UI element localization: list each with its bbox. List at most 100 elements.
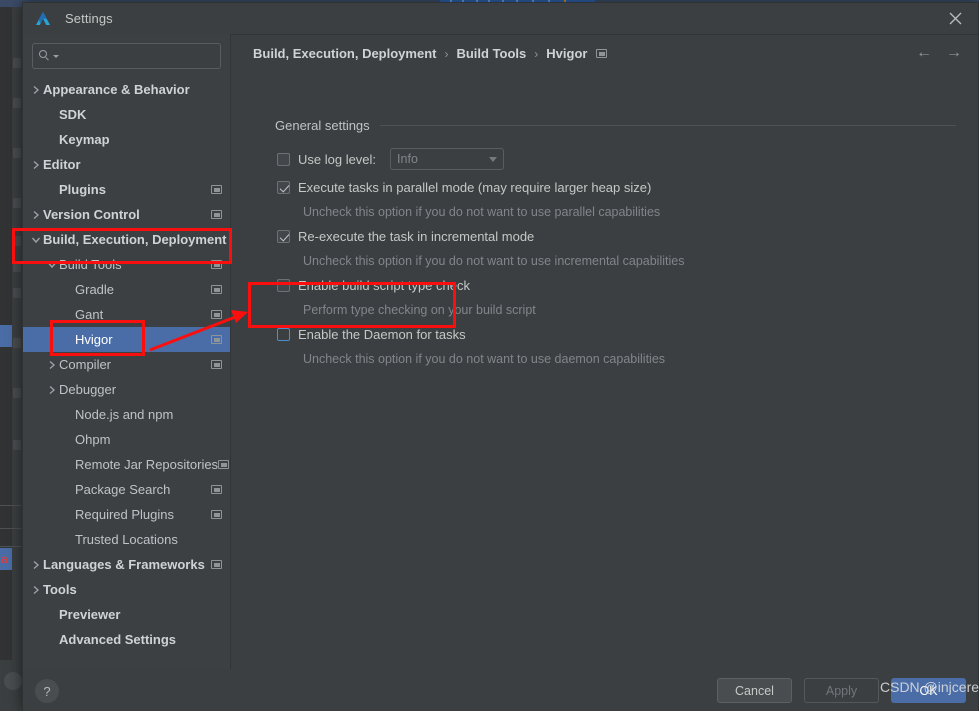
execute-parallel-label: Execute tasks in parallel mode (may requ… bbox=[298, 180, 652, 195]
forward-arrow-icon[interactable]: → bbox=[946, 45, 962, 61]
sidebar-item-label: Debugger bbox=[59, 382, 117, 397]
sidebar-item-previewer[interactable]: Previewer bbox=[23, 602, 230, 627]
option-build-script-type-check[interactable]: Enable build script type check bbox=[277, 278, 470, 293]
chevron-down-icon[interactable] bbox=[45, 261, 59, 269]
sidebar-item-editor[interactable]: Editor bbox=[23, 152, 230, 177]
sidebar-item-label: Languages & Frameworks bbox=[43, 557, 205, 572]
sidebar-item-trusted-locations[interactable]: Trusted Locations bbox=[23, 527, 230, 552]
sidebar-item-label: Package Search bbox=[75, 482, 171, 497]
option-execute-parallel[interactable]: Execute tasks in parallel mode (may requ… bbox=[277, 180, 651, 195]
sidebar-item-label: SDK bbox=[59, 107, 87, 122]
option-enable-daemon[interactable]: Enable the Daemon for tasks bbox=[277, 327, 466, 342]
chevron-down-icon[interactable] bbox=[29, 236, 43, 244]
ok-button[interactable]: OK bbox=[891, 678, 966, 703]
build-script-type-check-checkbox[interactable] bbox=[277, 279, 290, 292]
sidebar-item-compiler[interactable]: Compiler bbox=[23, 352, 230, 377]
breadcrumb-separator: › bbox=[444, 46, 449, 61]
sidebar-item-remote-jar-repositories[interactable]: Remote Jar Repositories bbox=[23, 452, 230, 477]
sidebar-item-tools[interactable]: Tools bbox=[23, 577, 230, 602]
option-use-log-level[interactable]: Use log level: Info bbox=[277, 148, 505, 170]
sidebar-item-label: Version Control bbox=[43, 207, 140, 222]
sidebar-item-node-js-and-npm[interactable]: Node.js and npm bbox=[23, 402, 230, 427]
use-log-level-label: Use log level: bbox=[298, 151, 377, 167]
build-script-type-check-label: Enable build script type check bbox=[298, 278, 470, 293]
sidebar-item-gant[interactable]: Gant bbox=[23, 302, 230, 327]
apply-button[interactable]: Apply bbox=[804, 678, 879, 703]
window-icon bbox=[211, 485, 222, 494]
section-header: General settings bbox=[275, 118, 956, 133]
window-icon bbox=[211, 260, 222, 269]
breadcrumb-item-1[interactable]: Build Tools bbox=[456, 46, 526, 61]
chevron-right-icon[interactable] bbox=[29, 85, 43, 95]
sidebar-item-build-execution-deployment[interactable]: Build, Execution, Deployment bbox=[23, 227, 230, 252]
chevron-right-icon[interactable] bbox=[45, 360, 59, 370]
sidebar-item-label: Plugins bbox=[59, 182, 106, 197]
sidebar-item-label: Trusted Locations bbox=[75, 532, 178, 547]
build-script-type-check-hint: Perform type checking on your build scri… bbox=[303, 303, 536, 317]
search-box[interactable] bbox=[32, 43, 223, 69]
dialog-titlebar: Settings bbox=[23, 3, 978, 35]
settings-sidebar: Appearance & Behavior SDK Keymap Editor Plug… bbox=[23, 34, 231, 669]
option-reexecute-incremental[interactable]: Re-execute the task in incremental mode bbox=[277, 229, 534, 244]
sidebar-item-label: Remote Jar Repositories bbox=[75, 457, 219, 472]
background-avatar bbox=[4, 672, 22, 690]
sidebar-item-label: Node.js and npm bbox=[75, 407, 174, 422]
sidebar-item-gradle[interactable]: Gradle bbox=[23, 277, 230, 302]
background-selected-row bbox=[0, 325, 12, 347]
chevron-right-icon[interactable] bbox=[45, 385, 59, 395]
reexecute-incremental-hint: Uncheck this option if you do not want t… bbox=[303, 254, 685, 268]
devecostudio-logo-icon bbox=[33, 9, 53, 29]
breadcrumb-item-2[interactable]: Hvigor bbox=[546, 46, 587, 61]
sidebar-item-ohpm[interactable]: Ohpm bbox=[23, 427, 230, 452]
breadcrumb-separator: › bbox=[534, 46, 539, 61]
navigation-arrows: ← → bbox=[916, 45, 962, 61]
background-left-column bbox=[12, 7, 22, 711]
breadcrumb-item-0[interactable]: Build, Execution, Deployment bbox=[253, 46, 436, 61]
sidebar-item-languages-frameworks[interactable]: Languages & Frameworks bbox=[23, 552, 230, 577]
sidebar-item-sdk[interactable]: SDK bbox=[23, 102, 230, 127]
window-icon bbox=[211, 185, 222, 194]
search-dropdown-caret-icon[interactable] bbox=[53, 54, 59, 58]
sidebar-item-required-plugins[interactable]: Required Plugins bbox=[23, 502, 230, 527]
execute-parallel-hint: Uncheck this option if you do not want t… bbox=[303, 205, 661, 219]
sidebar-item-label: Editor bbox=[43, 157, 81, 172]
chevron-right-icon[interactable] bbox=[29, 585, 43, 595]
reexecute-incremental-checkbox[interactable] bbox=[277, 230, 290, 243]
window-icon bbox=[211, 360, 222, 369]
chevron-right-icon[interactable] bbox=[29, 210, 43, 220]
back-arrow-icon[interactable]: ← bbox=[916, 45, 932, 61]
window-icon bbox=[596, 49, 608, 58]
sidebar-item-keymap[interactable]: Keymap bbox=[23, 127, 230, 152]
cancel-button[interactable]: Cancel bbox=[717, 678, 792, 703]
window-icon bbox=[211, 210, 222, 219]
sidebar-item-label: Keymap bbox=[59, 132, 110, 147]
enable-daemon-hint: Uncheck this option if you do not want t… bbox=[303, 352, 666, 366]
background-visible-label: a bbox=[1, 552, 8, 566]
help-button[interactable]: ? bbox=[35, 679, 59, 703]
background-left-strip bbox=[0, 7, 12, 711]
enable-daemon-checkbox[interactable] bbox=[277, 328, 290, 341]
execute-parallel-checkbox[interactable] bbox=[277, 181, 290, 194]
sidebar-item-hvigor[interactable]: Hvigor bbox=[23, 327, 230, 352]
search-input[interactable] bbox=[64, 48, 223, 64]
sidebar-item-build-tools[interactable]: Build Tools bbox=[23, 252, 230, 277]
use-log-level-checkbox[interactable] bbox=[277, 152, 290, 166]
sidebar-item-plugins[interactable]: Plugins bbox=[23, 177, 230, 202]
sidebar-item-package-search[interactable]: Package Search bbox=[23, 477, 230, 502]
chevron-right-icon[interactable] bbox=[29, 160, 43, 170]
enable-daemon-label: Enable the Daemon for tasks bbox=[298, 327, 466, 342]
sidebar-item-debugger[interactable]: Debugger bbox=[23, 377, 230, 402]
window-icon bbox=[211, 310, 222, 319]
sidebar-item-label: Ohpm bbox=[75, 432, 111, 447]
sidebar-item-advanced-settings[interactable]: Advanced Settings bbox=[23, 627, 230, 652]
sidebar-item-version-control[interactable]: Version Control bbox=[23, 202, 230, 227]
window-icon bbox=[218, 460, 230, 469]
chevron-right-icon[interactable] bbox=[29, 560, 43, 570]
window-icon bbox=[211, 510, 222, 519]
sidebar-item-label: Previewer bbox=[59, 607, 121, 622]
sidebar-item-appearance-behavior[interactable]: Appearance & Behavior bbox=[23, 77, 230, 102]
section-divider bbox=[379, 125, 956, 126]
close-icon[interactable] bbox=[932, 3, 978, 34]
sidebar-item-label: Gant bbox=[75, 307, 104, 322]
log-level-select[interactable]: Info bbox=[390, 148, 505, 170]
